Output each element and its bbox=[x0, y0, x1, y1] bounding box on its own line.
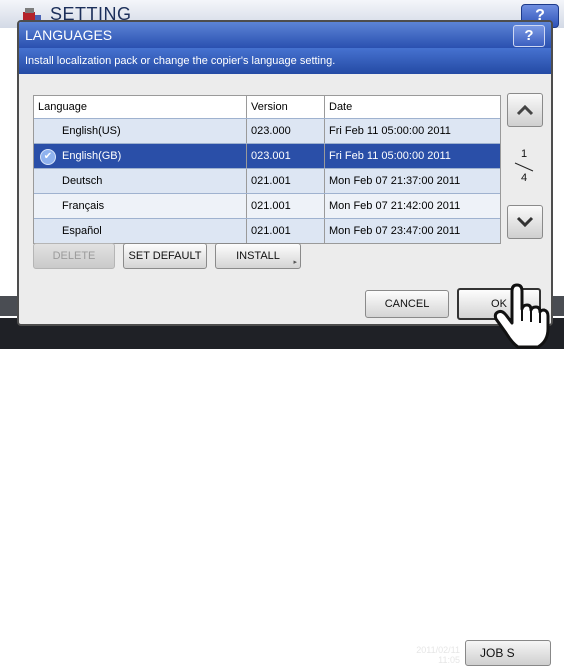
column-header-version: Version bbox=[247, 96, 325, 118]
page-down-button[interactable] bbox=[507, 205, 543, 239]
checkmark-icon: ✔ bbox=[40, 149, 56, 165]
corner-arrow-icon: ▸ bbox=[293, 259, 297, 266]
page-up-button[interactable] bbox=[507, 93, 543, 127]
clock-time: 11:05 bbox=[438, 655, 460, 665]
row-version: 021.001 bbox=[247, 219, 325, 243]
table-row[interactable]: Español 021.001 Mon Feb 07 23:47:00 2011 bbox=[34, 218, 500, 243]
row-version: 021.001 bbox=[247, 194, 325, 218]
dialog-message: Install localization pack or change the … bbox=[19, 48, 551, 74]
table-row[interactable]: Deutsch 021.001 Mon Feb 07 21:37:00 2011 bbox=[34, 168, 500, 193]
delete-button[interactable]: DELETE bbox=[33, 243, 115, 269]
table-row-selected[interactable]: ✔ English(GB) 023.001 Fri Feb 11 05:00:0… bbox=[34, 143, 500, 168]
dialog-title: LANGUAGES bbox=[19, 22, 551, 48]
install-button[interactable]: INSTALL ▸ bbox=[215, 243, 301, 269]
row-date: Mon Feb 07 21:42:00 2011 bbox=[329, 200, 461, 212]
clock-date: 2011/02/11 bbox=[416, 645, 460, 655]
languages-table: Language Version Date English(US) 023.00… bbox=[33, 95, 501, 244]
page-current: 1 bbox=[520, 148, 528, 160]
row-language: English(US) bbox=[34, 119, 247, 143]
hand-pointer-icon bbox=[493, 283, 550, 349]
table-row[interactable]: English(US) 023.000 Fri Feb 11 05:00:00 … bbox=[34, 118, 500, 143]
row-date: Mon Feb 07 23:47:00 2011 bbox=[329, 225, 461, 237]
row-date: Fri Feb 11 05:00:00 2011 bbox=[329, 150, 451, 162]
languages-dialog: LANGUAGES ? Install localization pack or… bbox=[17, 20, 553, 326]
row-version: 023.000 bbox=[247, 119, 325, 143]
column-header-date: Date bbox=[329, 101, 353, 113]
row-language: Español bbox=[34, 219, 247, 243]
row-date: Mon Feb 07 21:37:00 2011 bbox=[329, 175, 461, 187]
table-row[interactable]: Français 021.001 Mon Feb 07 21:42:00 201… bbox=[34, 193, 500, 218]
clock: 2011/02/11 11:05 bbox=[396, 645, 460, 665]
chevron-down-icon bbox=[516, 216, 534, 228]
column-header-language: Language bbox=[34, 96, 247, 118]
row-language: Deutsch bbox=[34, 169, 247, 193]
dialog-help-button[interactable]: ? bbox=[513, 25, 545, 47]
row-date: Fri Feb 11 05:00:00 2011 bbox=[329, 125, 451, 137]
row-version: 023.001 bbox=[247, 144, 325, 168]
set-default-button[interactable]: SET DEFAULT bbox=[123, 243, 207, 269]
job-status-button[interactable]: JOB S bbox=[465, 640, 551, 666]
install-button-label: INSTALL bbox=[236, 250, 280, 262]
row-language: English(GB) bbox=[34, 144, 247, 168]
cancel-button[interactable]: CANCEL bbox=[365, 290, 449, 318]
row-language: Français bbox=[34, 194, 247, 218]
page-total: 4 bbox=[520, 172, 528, 184]
chevron-up-icon bbox=[516, 104, 534, 116]
table-header: Language Version Date bbox=[34, 96, 500, 118]
row-version: 021.001 bbox=[247, 169, 325, 193]
